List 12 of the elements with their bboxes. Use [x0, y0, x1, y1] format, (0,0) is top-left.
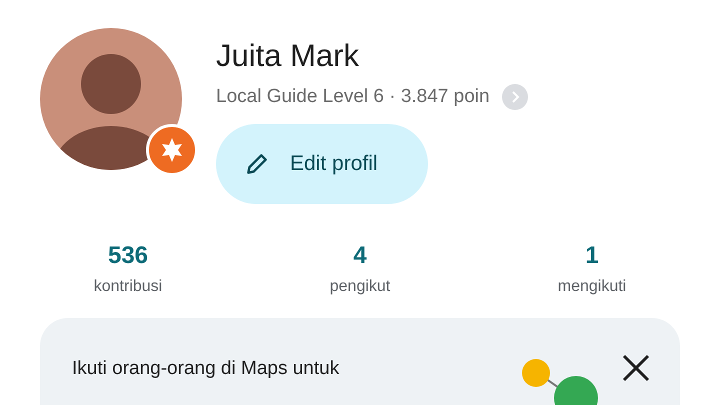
pencil-icon — [244, 151, 270, 177]
suggestion-text: Ikuti orang-orang di Maps untuk — [72, 358, 340, 380]
stat-value: 4 — [353, 242, 367, 270]
stat-value: 1 — [585, 242, 599, 270]
stat-label: mengikuti — [558, 278, 626, 296]
stat-value: 536 — [108, 242, 148, 270]
stat-label: pengikut — [330, 278, 390, 296]
close-button[interactable] — [620, 352, 652, 384]
guide-level: Local Guide Level 6 · 3.847 poin — [216, 86, 490, 108]
edit-profile-button[interactable]: Edit profil — [216, 124, 428, 204]
stat-label: kontribusi — [94, 278, 162, 296]
profile-name: Juita Mark — [216, 38, 360, 74]
